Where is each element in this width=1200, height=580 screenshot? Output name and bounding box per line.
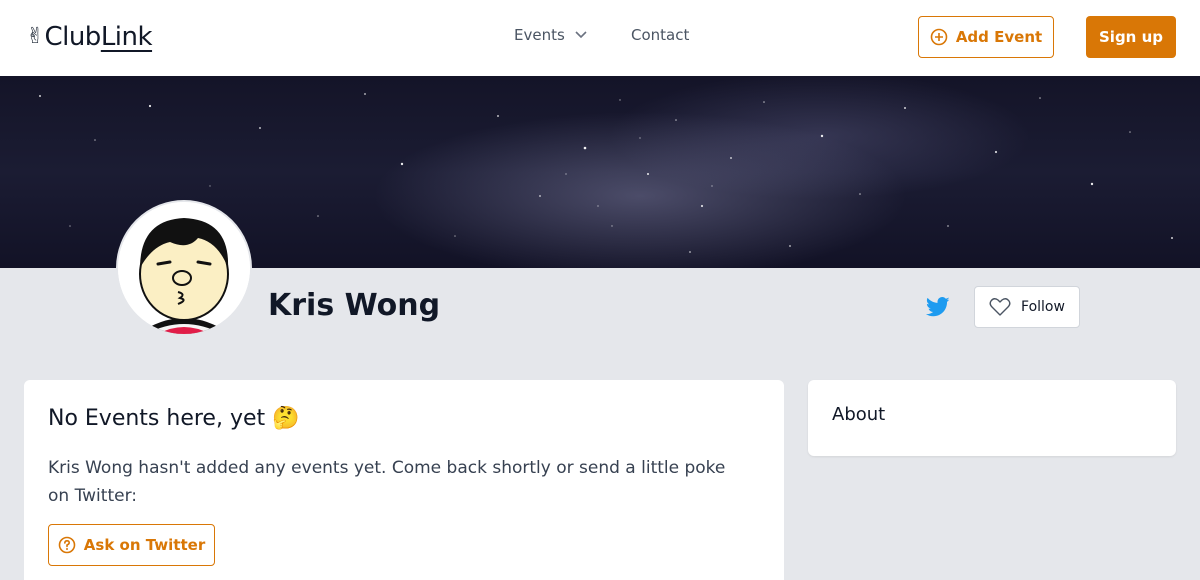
twitter-icon[interactable] [925, 296, 950, 318]
ask-on-twitter-button[interactable]: Ask on Twitter [48, 524, 215, 566]
heart-icon [989, 298, 1011, 316]
profile-name: Kris Wong [268, 288, 441, 323]
nav-events-label: Events [514, 26, 565, 44]
add-event-label: Add Event [955, 28, 1043, 46]
signup-button[interactable]: Sign up [1086, 16, 1176, 58]
events-card: No Events here, yet 🤔 Kris Wong hasn't a… [24, 380, 784, 580]
cartoon-face-illustration [118, 202, 250, 334]
no-events-title: No Events here, yet 🤔 [48, 406, 300, 431]
no-events-message: Kris Wong hasn't added any events yet. C… [48, 458, 726, 506]
chevron-down-icon [575, 31, 587, 39]
nav-events-dropdown[interactable]: Events [514, 26, 587, 44]
plus-circle-icon [930, 28, 948, 46]
about-card: About [808, 380, 1176, 456]
add-event-button[interactable]: Add Event [918, 16, 1054, 58]
follow-label: Follow [1021, 299, 1065, 315]
clublink-logo[interactable]: ✌ ClubLink [26, 22, 153, 52]
victory-hand-icon: ✌ [26, 24, 45, 49]
profile-avatar [116, 200, 252, 336]
ask-on-twitter-label: Ask on Twitter [83, 536, 206, 554]
nav-contact-link[interactable]: Contact [631, 26, 689, 44]
follow-button[interactable]: Follow [974, 286, 1080, 328]
about-title: About [832, 404, 886, 425]
logo-text: ClubLink [44, 22, 153, 52]
top-navbar: ✌ ClubLink Events Contact Add Event Sign… [0, 0, 1200, 76]
question-circle-icon [58, 536, 76, 554]
